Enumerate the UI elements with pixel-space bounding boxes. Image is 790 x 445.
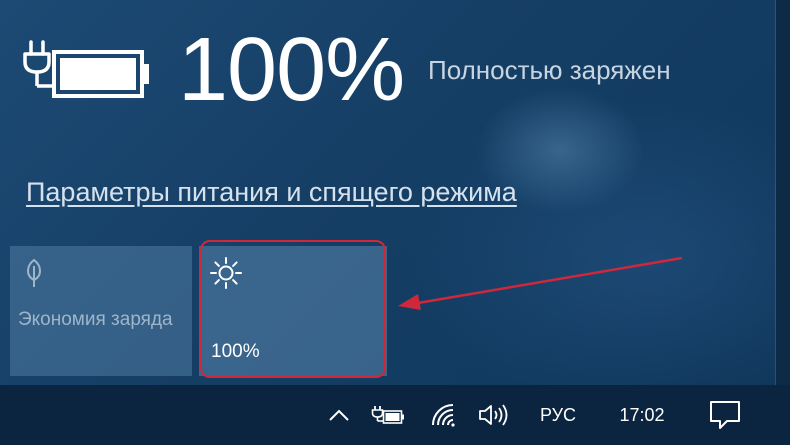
battery-saver-label: Экономия заряда <box>18 309 173 330</box>
power-sleep-settings-link[interactable]: Параметры питания и спящего режима <box>26 174 517 210</box>
annotation-arrow-icon <box>398 256 683 310</box>
taskbar: РУС 17:02 <box>0 385 790 445</box>
chevron-up-icon <box>329 409 349 421</box>
volume-icon <box>479 404 508 426</box>
action-center-button[interactable] <box>700 385 750 445</box>
flyout-border <box>775 0 776 385</box>
input-language-button[interactable]: РУС <box>526 385 590 445</box>
battery-flyout: 100% Полностью заряжен Параметры питания… <box>0 0 790 445</box>
wifi-icon <box>432 404 455 427</box>
sun-icon <box>210 257 242 289</box>
battery-percent: 100% <box>178 20 405 120</box>
clock-button[interactable]: 17:02 <box>602 385 682 445</box>
tray-network-button[interactable] <box>424 385 464 445</box>
leaf-icon <box>27 258 41 287</box>
action-center-icon <box>710 401 740 429</box>
battery-saver-tile[interactable]: Экономия заряда <box>10 246 192 376</box>
battery-plugged-icon <box>23 40 149 98</box>
battery-status: Полностью заряжен <box>428 55 671 85</box>
battery-plugged-icon <box>371 406 404 424</box>
brightness-tile[interactable]: 100% <box>199 246 387 376</box>
tray-battery-button[interactable] <box>366 385 410 445</box>
brightness-value: 100% <box>211 341 260 362</box>
tray-volume-button[interactable] <box>472 385 516 445</box>
desktop-edge <box>776 0 790 385</box>
show-hidden-icons-button[interactable] <box>322 385 356 445</box>
